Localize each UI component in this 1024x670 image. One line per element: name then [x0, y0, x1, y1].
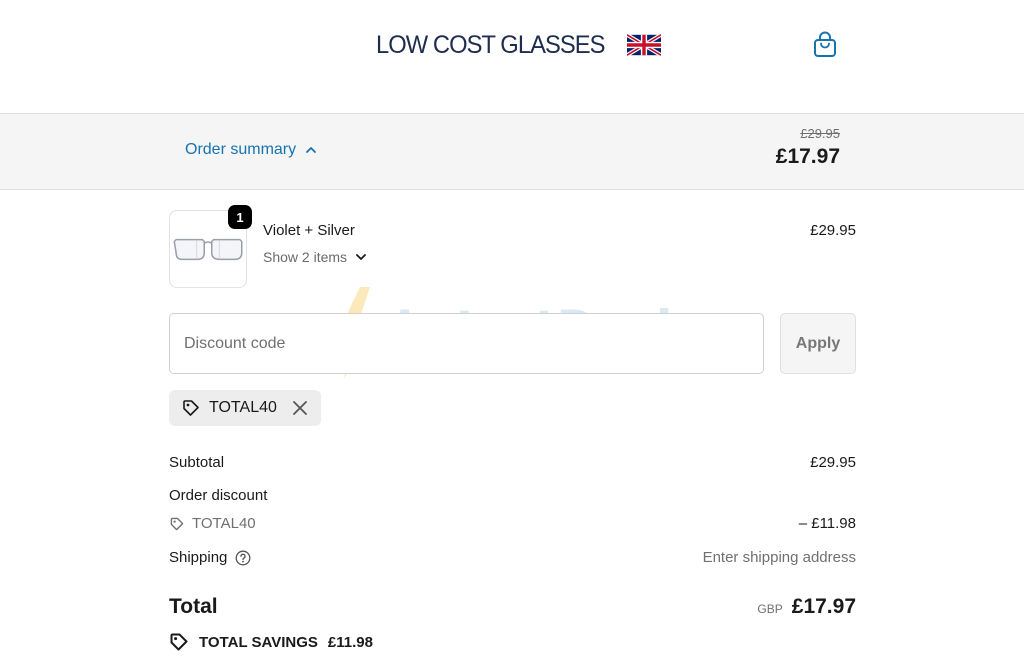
order-summary-toggle[interactable]: Order summary [185, 141, 318, 159]
applied-code-chip: TOTAL40 [169, 390, 321, 426]
tag-icon [170, 517, 184, 530]
applied-code-label: TOTAL40 [209, 399, 277, 416]
order-summary-bar: Order summary £29.95 £17.97 [0, 113, 1024, 190]
subtotal-value: £29.95 [810, 454, 856, 471]
tag-icon [183, 400, 199, 416]
original-price: £29.95 [800, 126, 840, 141]
cart-button[interactable] [812, 31, 838, 59]
show-items-toggle[interactable]: Show 2 items [263, 249, 367, 265]
current-price: £17.97 [775, 145, 840, 168]
chevron-up-icon [306, 147, 317, 153]
total-amount: £17.97 [791, 595, 856, 618]
summary-prices: £29.95 £17.97 [776, 126, 840, 169]
discount-code-line: TOTAL40 [169, 515, 256, 532]
savings-value: £11.98 [327, 633, 373, 651]
shipping-value: Enter shipping address [702, 549, 856, 566]
shipping-row: Shipping [169, 549, 251, 566]
store-logo[interactable]: LOW COST GLASSES [376, 30, 661, 60]
subtotal-label: Subtotal [169, 454, 225, 471]
site-header: LOW COST GLASSES [0, 0, 1024, 113]
quantity-badge: 1 [228, 205, 252, 229]
remove-code-button[interactable] [291, 399, 309, 417]
help-icon[interactable] [235, 550, 251, 566]
order-discount-label: Order discount [169, 487, 268, 504]
apply-button[interactable]: Apply [780, 313, 856, 374]
logo-text: LOW COST GLASSES [376, 30, 605, 59]
order-summary-label: Order summary [185, 141, 297, 158]
product-price: £29.95 [810, 222, 856, 239]
eyeglasses-icon [173, 238, 243, 261]
shopping-bag-icon [814, 31, 836, 57]
tag-icon [170, 633, 188, 651]
savings-label: TOTAL SAVINGS [199, 633, 318, 651]
shipping-label: Shipping [169, 549, 228, 566]
currency-code: GBP [757, 602, 783, 616]
total-savings: TOTAL SAVINGS £11.98 [169, 632, 373, 652]
chevron-down-icon [356, 254, 366, 260]
total-value-group: GBP £17.97 [757, 595, 856, 619]
show-items-label: Show 2 items [263, 249, 348, 265]
uk-flag-icon [626, 34, 661, 56]
product-name: Violet + Silver [263, 222, 355, 239]
total-label: Total [169, 595, 218, 618]
discount-code-input[interactable] [169, 313, 764, 374]
discount-code-text: TOTAL40 [192, 515, 256, 532]
close-icon [292, 401, 307, 415]
discount-value: – £11.98 [798, 515, 856, 532]
